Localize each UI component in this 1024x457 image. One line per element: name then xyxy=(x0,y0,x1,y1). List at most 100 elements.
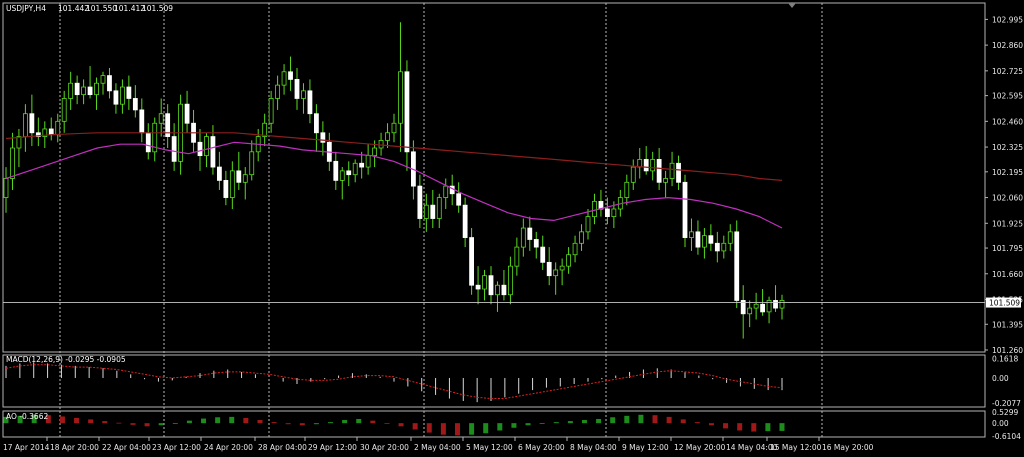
price-label: 102.595 xyxy=(992,92,1023,101)
candle-body xyxy=(572,242,578,256)
candle-body xyxy=(579,231,584,244)
candle-body xyxy=(275,84,281,99)
candle-body xyxy=(339,170,345,181)
price-label: 101.795 xyxy=(992,244,1023,253)
ao-bar xyxy=(144,423,150,427)
candle-body xyxy=(61,98,67,122)
time-label: 24 Apr 20:00 xyxy=(204,443,253,452)
candle-body xyxy=(29,113,35,134)
candle-body xyxy=(507,265,513,296)
candle-body xyxy=(365,155,371,168)
candle-body xyxy=(430,204,436,219)
ao-bar xyxy=(328,422,334,424)
candle-body xyxy=(378,139,384,149)
chart-canvas: 0.1618 0.00 -0.2077 0.5299 0.00 -0.6104 102.… xyxy=(0,0,1024,457)
time-label: 8 May 04:00 xyxy=(570,443,617,452)
time-label: 30 Apr 20:00 xyxy=(360,443,409,452)
candle-body xyxy=(585,216,591,233)
ohlc-open: 101.442 xyxy=(58,4,89,13)
candle-body xyxy=(81,86,86,96)
candle-body xyxy=(100,75,106,84)
candle-body xyxy=(210,136,216,168)
candle-body xyxy=(695,231,701,248)
candle-body xyxy=(132,98,138,111)
ao-bar xyxy=(398,423,404,427)
price-label: 101.925 xyxy=(992,219,1023,228)
ao-bar xyxy=(116,422,122,424)
candle-body xyxy=(669,162,675,179)
candle-body xyxy=(630,166,636,183)
candle-body xyxy=(779,300,785,309)
current-price-label: 101.509 xyxy=(989,299,1020,308)
candle-body xyxy=(294,79,300,99)
ao-bar xyxy=(257,420,263,424)
candle-body xyxy=(462,204,468,238)
ao-bar xyxy=(356,418,362,424)
candle-body xyxy=(16,136,22,149)
ao-axis-label: -0.6104 xyxy=(992,432,1021,441)
ao-bar xyxy=(440,423,446,435)
ao-bar xyxy=(765,423,771,432)
ao-bar xyxy=(779,423,785,431)
candle-body xyxy=(359,162,365,168)
price-label: 102.860 xyxy=(992,41,1023,50)
candle-body xyxy=(501,284,507,296)
price-label: 102.195 xyxy=(992,168,1023,177)
macd-axis-label: 0.00 xyxy=(992,374,1009,383)
candle-body xyxy=(171,136,177,162)
candle-body xyxy=(624,181,630,198)
candle-body xyxy=(663,178,668,183)
candle-body xyxy=(3,178,9,198)
candle-body xyxy=(611,208,617,218)
ao-bar xyxy=(59,416,65,424)
candle-body xyxy=(223,180,229,198)
ao-bar xyxy=(680,419,686,424)
candle-body xyxy=(307,90,313,115)
candle-body xyxy=(727,231,733,244)
time-label: 29 Apr 12:00 xyxy=(308,443,357,452)
ao-label: AO -0.3662 xyxy=(6,412,48,421)
ao-bar xyxy=(596,418,602,424)
price-label: 102.060 xyxy=(992,194,1023,203)
candle-body xyxy=(682,181,688,238)
candle-body xyxy=(55,120,61,136)
candle-body xyxy=(417,185,423,219)
candle-body xyxy=(333,160,339,181)
ohlc-low: 101.412 xyxy=(114,4,145,13)
macd-axis-label: 0.1618 xyxy=(992,354,1018,363)
candle-body xyxy=(553,269,559,277)
candle-body xyxy=(204,136,209,157)
candle-body xyxy=(145,132,151,153)
ao-bar xyxy=(313,423,319,425)
ao-bar xyxy=(469,423,475,435)
ao-bar xyxy=(567,421,573,424)
candle-body xyxy=(527,227,533,240)
ao-bar xyxy=(158,423,164,426)
price-label: 101.395 xyxy=(992,320,1023,329)
ohlc-close: 101.509 xyxy=(142,4,173,13)
candle-body xyxy=(346,170,352,176)
candle-body xyxy=(721,242,727,252)
ao-bar xyxy=(88,419,94,424)
candle-body xyxy=(216,166,222,181)
candle-body xyxy=(158,113,164,124)
time-label: 12 May 20:00 xyxy=(674,443,726,452)
ao-bar xyxy=(412,423,418,430)
time-label: 18 Apr 20:00 xyxy=(50,443,99,452)
candle-body xyxy=(469,237,475,286)
candle-body xyxy=(68,82,74,99)
ao-bar xyxy=(737,423,743,431)
macd-axis-label: -0.2077 xyxy=(992,399,1021,408)
candle-body xyxy=(242,174,248,183)
candle-body xyxy=(268,98,274,124)
candle-body xyxy=(22,113,28,137)
candle-body xyxy=(120,86,125,105)
ohlc-high: 101.550 xyxy=(86,4,117,13)
candle-body xyxy=(74,82,80,96)
candle-body xyxy=(313,113,319,134)
ao-bar xyxy=(370,420,376,424)
candle-body xyxy=(385,132,390,141)
candle-body xyxy=(540,246,546,263)
candle-body xyxy=(533,239,539,248)
ao-bar xyxy=(525,423,531,426)
